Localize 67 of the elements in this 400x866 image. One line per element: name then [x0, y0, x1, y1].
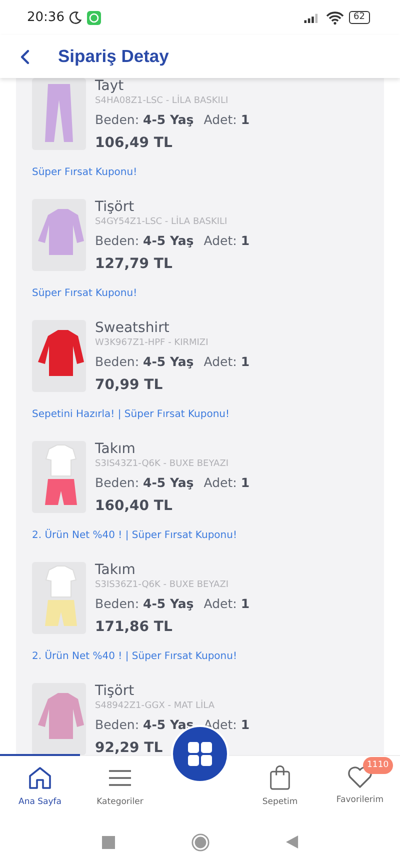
- bag-icon: [269, 765, 291, 791]
- product-price: 106,49 TL: [95, 135, 174, 152]
- size-label: Beden:: [95, 232, 140, 249]
- nav-tab[interactable]: Ana Sayfa: [0, 754, 80, 807]
- size-value: 4-5 Yaş: [143, 232, 194, 249]
- product-price: 70,99 TL: [95, 377, 164, 394]
- product-name: Sweatshirt: [95, 320, 170, 337]
- product-photo[interactable]: [32, 683, 86, 755]
- wifi-icon: [326, 10, 344, 24]
- back-triangle-icon[interactable]: [286, 835, 298, 849]
- quantity-value: 1: [240, 232, 250, 249]
- coupon-text: 2. Ürün Net %40 ! | Süper Fırsat Kuponu!: [32, 650, 238, 663]
- nav-tab[interactable]: Sepetim: [240, 754, 320, 807]
- product-name: Takım: [95, 441, 136, 458]
- size-label: Beden:: [95, 353, 140, 370]
- quantity-label: Adet:: [204, 232, 237, 249]
- product-name: Takım: [95, 562, 136, 579]
- recents-icon[interactable]: [102, 836, 114, 848]
- back-icon[interactable]: [20, 48, 30, 64]
- quantity-label: Adet:: [204, 353, 237, 370]
- nav-tab[interactable]: 1110 Favorilerim: [320, 754, 400, 805]
- chat-app-icon: [87, 10, 102, 24]
- product-photo[interactable]: [32, 78, 86, 152]
- coupon-text: Süper Fırsat Kuponu!: [32, 287, 138, 300]
- quantity-label: Adet:: [204, 111, 237, 128]
- battery-indicator: 62: [348, 11, 370, 24]
- product-code: S48942Z1-GGX - MAT LİLA: [95, 700, 216, 712]
- product-photo[interactable]: [32, 441, 86, 515]
- product-photo[interactable]: [32, 199, 86, 273]
- quantity-value: 1: [240, 595, 250, 612]
- quantity-value: 1: [240, 716, 250, 733]
- coupon-text: 2. Ürün Net %40 ! | Süper Fırsat Kuponu!: [32, 529, 238, 542]
- home-icon: [27, 765, 53, 791]
- product-price: 92,29 TL: [95, 740, 164, 755]
- status-time: 20:36: [27, 10, 64, 25]
- quantity-value: 1: [240, 474, 250, 491]
- coupon-text: Sepetini Hazırla! | Süper Fırsat Kuponu!: [32, 408, 231, 421]
- product-code: S3IS36Z1-Q6K - BUXE BEYAZI: [95, 579, 230, 591]
- nav-tab[interactable]: Kategoriler: [80, 754, 160, 807]
- size-label: Beden:: [95, 716, 140, 733]
- size-value: 4-5 Yaş: [143, 353, 194, 370]
- product-price: 127,79 TL: [95, 256, 174, 273]
- product-photo[interactable]: [32, 320, 86, 394]
- quantity-label: Adet:: [204, 595, 237, 612]
- product-price: 171,86 TL: [95, 619, 174, 636]
- size-value: 4-5 Yaş: [143, 111, 194, 128]
- quantity-value: 1: [240, 111, 250, 128]
- favorites-count-badge: 1110: [363, 757, 393, 774]
- product-price: 160,40 TL: [95, 498, 174, 515]
- product-code: S4HA08Z1-LSC - LİLA BASKILI: [95, 95, 230, 107]
- product-code: S3IS43Z1-Q6K - BUXE BEYAZI: [95, 458, 230, 470]
- home-button-icon[interactable]: [190, 832, 210, 852]
- product-name: Tişört: [95, 683, 136, 700]
- quantity-label: Adet:: [204, 474, 237, 491]
- quantity-value: 1: [240, 353, 250, 370]
- size-value: 4-5 Yaş: [143, 474, 194, 491]
- product-name: Tişört: [95, 199, 136, 216]
- product-name: Tayt: [95, 78, 125, 95]
- moon-icon: [69, 11, 82, 24]
- page-title: Sipariş Detay: [58, 46, 169, 67]
- size-value: 4-5 Yaş: [143, 595, 194, 612]
- size-label: Beden:: [95, 474, 140, 491]
- size-label: Beden:: [95, 595, 140, 612]
- product-code: S4GY54Z1-LSC - LİLA BASKILI: [95, 216, 228, 228]
- coupon-text: Süper Fırsat Kuponu!: [32, 166, 138, 179]
- product-code: W3K967Z1-HPF - KIRMIZI: [95, 337, 210, 349]
- size-label: Beden:: [95, 111, 140, 128]
